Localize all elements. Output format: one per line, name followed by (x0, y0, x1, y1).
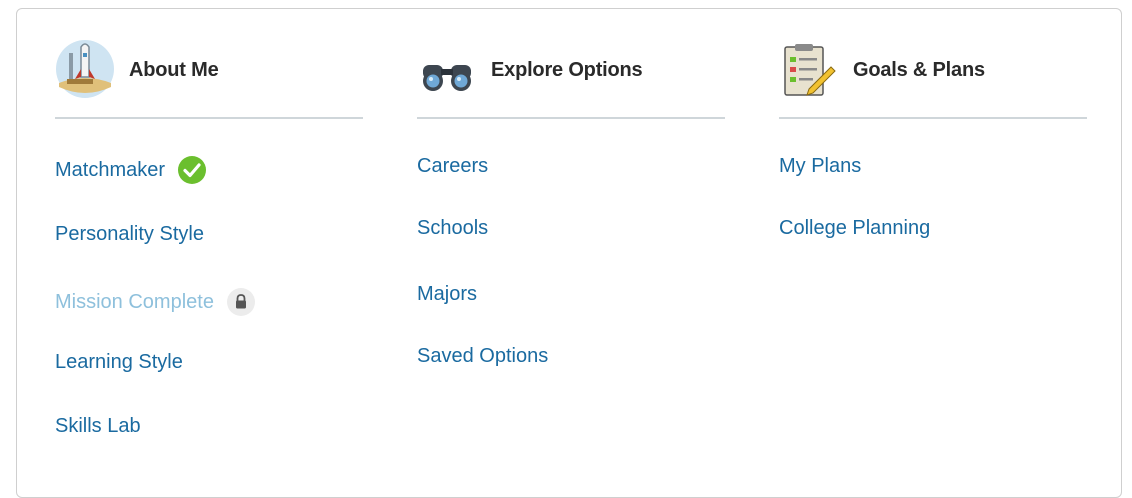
check-complete-icon (177, 155, 207, 185)
link-label: College Planning (779, 217, 931, 239)
link-label: Careers (417, 155, 489, 177)
about-me-header: About Me (55, 9, 363, 119)
link-matchmaker[interactable]: Matchmaker (55, 155, 207, 185)
link-mission-complete: Mission Complete (55, 287, 256, 317)
link-label: Mission Complete (55, 290, 214, 313)
link-label: Saved Options (417, 345, 549, 367)
clipboard-checklist-icon (779, 39, 839, 99)
goals-plans-header: Goals & Plans (779, 9, 1087, 119)
rocket-launch-icon (55, 39, 115, 99)
link-label: My Plans (779, 155, 862, 177)
link-label: Matchmaker (55, 158, 166, 181)
explore-options-header: Explore Options (417, 9, 725, 119)
goals-plans-title: Goals & Plans (853, 59, 985, 81)
binoculars-icon (417, 39, 477, 99)
about-me-column: About Me Matchmaker Personality Style Mi… (55, 9, 363, 437)
link-skills-lab[interactable]: Skills Lab (55, 415, 141, 438)
navigation-panel: About Me Matchmaker Personality Style Mi… (16, 8, 1122, 498)
link-saved-options[interactable]: Saved Options (417, 345, 548, 368)
explore-options-column: Explore Options Careers Schools Majors S… (417, 9, 725, 367)
link-label: Skills Lab (55, 415, 141, 437)
link-college-planning[interactable]: College Planning (779, 217, 930, 240)
link-label: Schools (417, 217, 489, 239)
link-careers[interactable]: Careers (417, 155, 488, 178)
about-me-title: About Me (129, 59, 219, 81)
lock-icon (226, 287, 256, 317)
link-my-plans[interactable]: My Plans (779, 155, 861, 178)
goals-plans-column: Goals & Plans My Plans College Planning (779, 9, 1087, 239)
link-schools[interactable]: Schools (417, 217, 488, 240)
link-label: Personality Style (55, 223, 204, 245)
link-learning-style[interactable]: Learning Style (55, 351, 183, 374)
link-label: Majors (417, 283, 478, 305)
link-personality-style[interactable]: Personality Style (55, 223, 204, 246)
link-majors[interactable]: Majors (417, 283, 477, 306)
explore-options-title: Explore Options (491, 59, 643, 81)
link-label: Learning Style (55, 351, 183, 373)
